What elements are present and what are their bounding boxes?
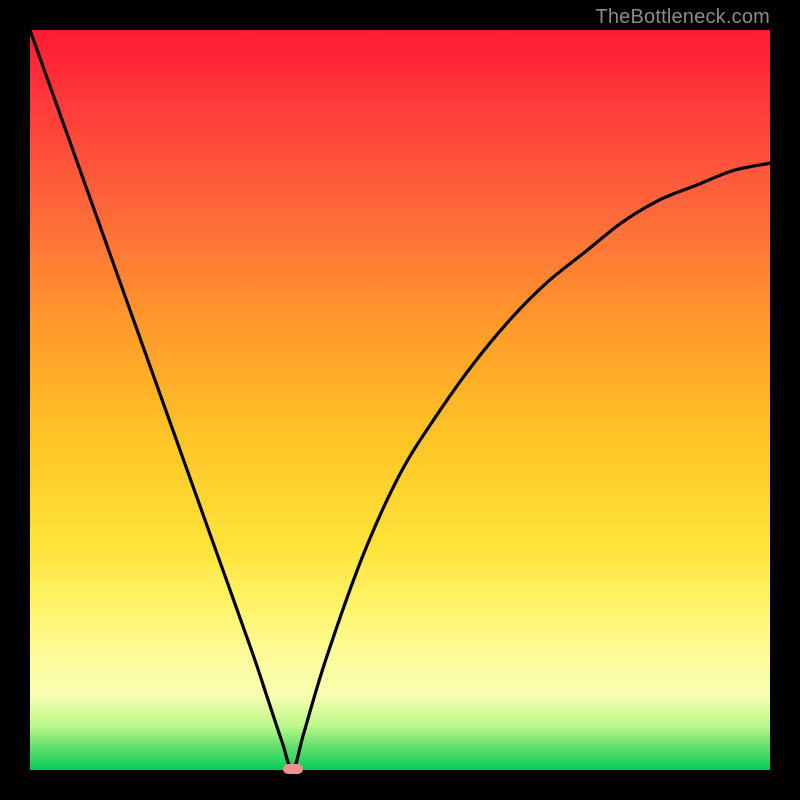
chart-frame: TheBottleneck.com xyxy=(0,0,800,800)
optimal-marker xyxy=(283,764,303,774)
curve-svg xyxy=(30,30,770,770)
plot-area xyxy=(30,30,770,770)
bottleneck-curve xyxy=(30,30,770,770)
watermark-text: TheBottleneck.com xyxy=(595,6,770,29)
